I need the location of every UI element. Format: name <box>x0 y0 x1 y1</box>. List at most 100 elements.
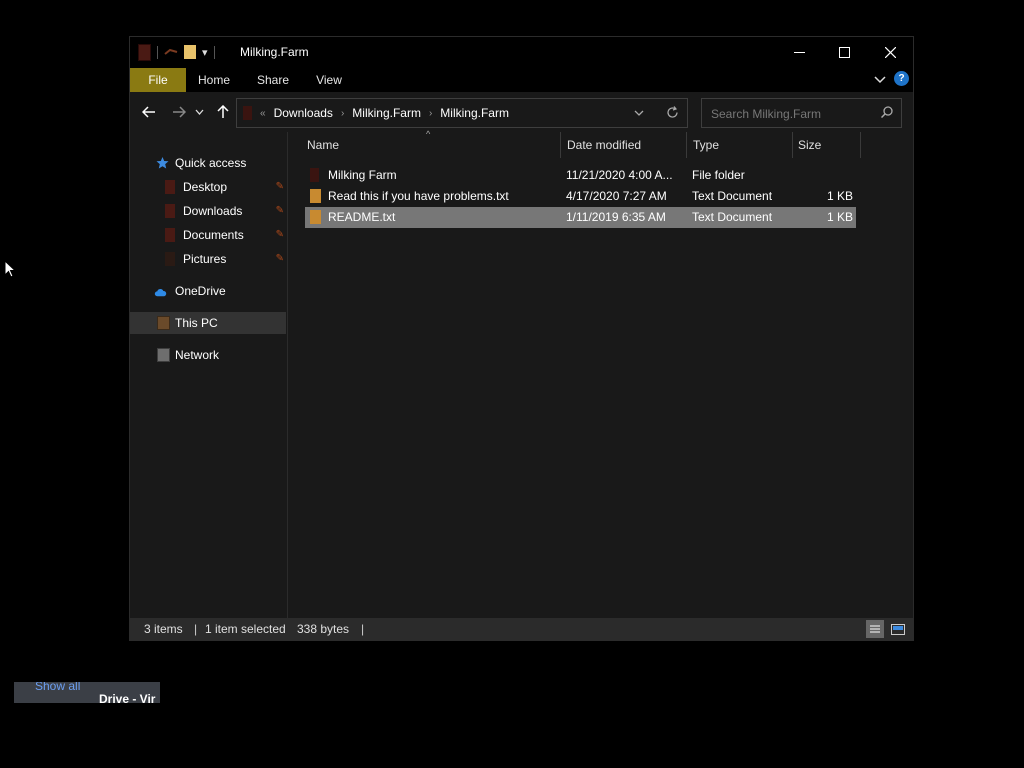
file-row-readme[interactable]: README.txt 1/11/2019 6:35 AM Text Docume… <box>305 207 856 228</box>
sidebar-item-this-pc[interactable]: This PC <box>130 312 286 334</box>
thumbnail-text-show-all: Show all <box>35 682 81 693</box>
sidebar-item-downloads[interactable]: Downloads ✎ <box>130 200 286 222</box>
file-date: 11/21/2020 4:00 A... <box>566 168 673 182</box>
status-bar: 3 items | 1 item selected 338 bytes | <box>130 618 913 640</box>
forward-button[interactable] <box>169 102 189 122</box>
breadcrumb-milking-farm-current[interactable]: Milking.Farm <box>440 106 509 120</box>
file-type: File folder <box>692 168 745 182</box>
maximize-button[interactable] <box>822 37 867 68</box>
details-view-button[interactable] <box>866 620 884 638</box>
column-header-date-modified[interactable]: Date modified <box>567 132 685 158</box>
pin-icon: ✎ <box>275 229 284 240</box>
new-folder-icon[interactable] <box>184 45 196 59</box>
expand-ribbon-chevron-icon[interactable] <box>874 73 886 85</box>
sidebar-item-label: Quick access <box>175 156 247 170</box>
search-box[interactable]: Search Milking.Farm <box>701 98 902 128</box>
column-divider[interactable] <box>560 132 561 158</box>
pin-icon: ✎ <box>275 253 284 264</box>
folder-icon <box>165 180 175 194</box>
sidebar-item-label: Network <box>175 348 220 362</box>
sidebar-item-network[interactable]: Network <box>130 344 286 366</box>
sidebar-item-desktop[interactable]: Desktop ✎ <box>130 176 286 198</box>
pin-icon: ✎ <box>275 181 284 192</box>
sidebar-item-label: Desktop <box>183 180 228 194</box>
thumbnail-text-drive: Drive - Vir <box>99 692 156 703</box>
customize-toolbar-dropdown-icon[interactable]: ▾ <box>202 46 208 59</box>
sidebar-item-label: Pictures <box>183 252 227 266</box>
tab-view[interactable]: View <box>310 68 348 92</box>
breadcrumb-chevron-icon[interactable]: › <box>341 108 344 119</box>
column-divider[interactable] <box>860 132 861 158</box>
file-explorer-window: ▾ Milking.Farm File Home Share View ? « … <box>129 36 914 641</box>
breadcrumb-downloads[interactable]: Downloads <box>274 106 333 120</box>
up-button[interactable] <box>213 102 233 122</box>
recent-locations-button[interactable] <box>193 102 205 122</box>
file-date: 1/11/2019 6:35 AM <box>566 210 666 224</box>
ribbon-tabs: File Home Share View ? <box>130 68 913 92</box>
window-title: Milking.Farm <box>240 45 309 59</box>
location-icon <box>243 106 252 120</box>
sidebar-item-documents[interactable]: Documents ✎ <box>130 224 286 246</box>
tab-share[interactable]: Share <box>252 68 294 92</box>
tab-home[interactable]: Home <box>194 68 234 92</box>
column-header-name[interactable]: Name <box>307 132 559 158</box>
sidebar-item-label: Downloads <box>183 204 243 218</box>
details-view-icon <box>870 625 880 633</box>
file-name: Read this if you have problems.txt <box>328 189 509 203</box>
text-file-icon <box>310 210 321 224</box>
file-type: Text Document <box>692 210 773 224</box>
help-icon[interactable]: ? <box>894 71 909 86</box>
address-history-dropdown-icon[interactable] <box>634 110 644 117</box>
sidebar-item-onedrive[interactable]: OneDrive <box>130 280 286 302</box>
download-folder-icon <box>165 204 175 218</box>
quick-access-toolbar: ▾ <box>138 43 215 61</box>
status-selected-count: 1 item selected <box>205 622 286 636</box>
toolbar-divider <box>213 45 215 59</box>
refresh-icon[interactable] <box>666 106 679 119</box>
breadcrumb-milking-farm[interactable]: Milking.Farm <box>352 106 421 120</box>
network-icon <box>157 348 170 362</box>
back-button[interactable] <box>139 102 159 122</box>
app-icon <box>138 43 151 61</box>
properties-icon[interactable] <box>164 46 178 58</box>
breadcrumb-chevron-icon[interactable]: › <box>429 108 432 119</box>
column-divider[interactable] <box>686 132 687 158</box>
column-header-type[interactable]: Type <box>693 132 791 158</box>
cloud-icon <box>154 289 167 297</box>
file-row-milking-farm[interactable]: Milking Farm 11/21/2020 4:00 A... File f… <box>305 165 856 186</box>
minimize-icon <box>794 52 805 53</box>
close-button[interactable] <box>868 37 913 68</box>
file-name: Milking Farm <box>328 168 397 182</box>
documents-folder-icon <box>165 228 175 242</box>
search-icon <box>881 106 893 118</box>
large-icons-view-button[interactable] <box>889 620 907 638</box>
file-name: README.txt <box>328 210 396 224</box>
breadcrumb-overflow[interactable]: « <box>260 108 266 119</box>
address-bar[interactable]: « Downloads › Milking.Farm › Milking.Far… <box>236 98 688 128</box>
sidebar-item-label: This PC <box>175 316 218 330</box>
pictures-folder-icon <box>165 252 175 266</box>
pin-icon: ✎ <box>275 205 284 216</box>
status-selected-size: 338 bytes <box>297 622 350 636</box>
minimize-button[interactable] <box>777 37 822 68</box>
background-taskbar-thumbnail[interactable]: Show all Drive - Vir <box>14 682 160 703</box>
sidebar-item-pictures[interactable]: Pictures ✎ <box>130 248 286 270</box>
sidebar-item-label: OneDrive <box>175 284 226 298</box>
file-list-pane[interactable]: ^ Name Date modified Type Size Milking F… <box>288 129 913 618</box>
toolbar-divider <box>157 45 158 59</box>
column-header-size[interactable]: Size <box>798 132 858 158</box>
sidebar-item-quick-access[interactable]: Quick access <box>130 152 286 174</box>
search-input[interactable]: Search Milking.Farm <box>711 107 821 121</box>
arrow-left-icon <box>142 106 155 118</box>
tab-file[interactable]: File <box>130 68 186 92</box>
star-icon <box>156 157 169 169</box>
column-divider[interactable] <box>792 132 793 158</box>
arrow-right-icon <box>173 106 186 118</box>
status-item-count: 3 items <box>144 622 183 636</box>
title-bar[interactable]: ▾ Milking.Farm <box>130 37 913 68</box>
close-icon <box>885 47 896 58</box>
arrow-up-icon <box>217 105 229 118</box>
file-type: Text Document <box>692 189 773 203</box>
file-row-read-this[interactable]: Read this if you have problems.txt 4/17/… <box>305 186 856 207</box>
large-icons-view-icon <box>891 623 905 635</box>
